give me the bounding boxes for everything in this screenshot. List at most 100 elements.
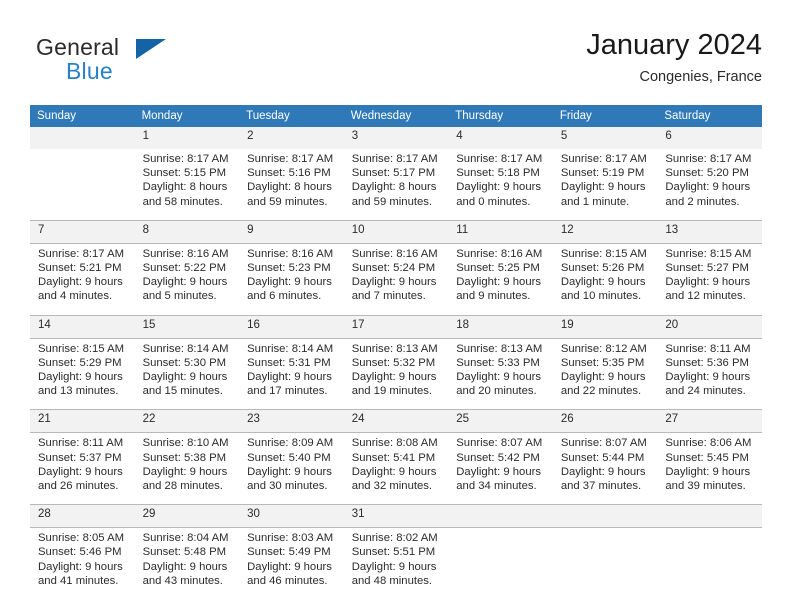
day-cell-27[interactable]: Sunrise: 8:06 AM Sunset: 5:45 PM Daylight:… (657, 432, 762, 505)
weekday-header-saturday: Saturday (657, 105, 762, 127)
day-detail-line: Sunset: 5:46 PM (38, 546, 122, 559)
day-number-5[interactable]: 5 (552, 127, 658, 149)
day-detail-line: Sunrise: 8:07 AM (560, 437, 647, 450)
day-number-12[interactable]: 12 (552, 219, 658, 244)
day-detail-line: and 7 minutes. (351, 290, 426, 303)
day-number-9[interactable]: 9 (239, 219, 344, 244)
weekday-header-friday: Friday (552, 105, 658, 127)
day-detail-line: Sunrise: 8:16 AM (456, 247, 543, 260)
day-cell-14[interactable]: Sunrise: 8:15 AM Sunset: 5:29 PM Daylight:… (30, 337, 135, 410)
day-number-8[interactable]: 8 (134, 219, 240, 244)
day-detail-line: Sunset: 5:17 PM (351, 167, 436, 180)
weekday-header-wednesday: Wednesday (343, 105, 449, 127)
day-cell-24[interactable]: Sunrise: 8:08 AM Sunset: 5:41 PM Daylight:… (343, 432, 449, 505)
day-cell-16[interactable]: Sunrise: 8:14 AM Sunset: 5:31 PM Daylight:… (239, 337, 344, 410)
day-detail-line: and 48 minutes. (351, 574, 433, 587)
day-cell-8[interactable]: Sunrise: 8:16 AM Sunset: 5:22 PM Daylight:… (134, 242, 240, 316)
day-detail-line: Sunrise: 8:10 AM (142, 437, 229, 450)
day-cell-content: Sunrise: 8:14 AM Sunset: 5:30 PM Daylight:… (135, 339, 240, 410)
day-cell-31[interactable]: Sunrise: 8:02 AM Sunset: 5:51 PM Daylight:… (343, 527, 449, 600)
day-number-16[interactable]: 16 (239, 314, 344, 339)
day-cell-23[interactable]: Sunrise: 8:09 AM Sunset: 5:40 PM Daylight:… (239, 432, 344, 505)
day-detail-line: Sunset: 5:35 PM (560, 356, 645, 369)
day-detail-line: Sunset: 5:40 PM (247, 451, 331, 464)
day-cell-19[interactable]: Sunrise: 8:12 AM Sunset: 5:35 PM Daylight:… (552, 337, 658, 410)
day-number-15[interactable]: 15 (134, 314, 240, 339)
day-number-19[interactable]: 19 (552, 314, 658, 339)
day-number-18[interactable]: 18 (448, 314, 553, 339)
day-cell-1[interactable]: Sunrise: 8:17 AM Sunset: 5:15 PM Daylight:… (134, 149, 240, 221)
day-cell-26[interactable]: Sunrise: 8:07 AM Sunset: 5:44 PM Daylight:… (552, 432, 658, 505)
day-detail-line: Sunrise: 8:17 AM (456, 153, 543, 165)
day-number-29[interactable]: 29 (134, 504, 240, 528)
day-number-27[interactable]: 27 (657, 409, 762, 433)
day-number-24[interactable]: 24 (343, 409, 449, 433)
day-number-30[interactable]: 30 (239, 504, 344, 528)
day-number-7[interactable]: 7 (30, 219, 135, 244)
day-number-empty (552, 504, 658, 528)
day-number-25[interactable]: 25 (448, 409, 553, 433)
page-subtitle: Congenies, France (639, 69, 762, 85)
day-cell-7[interactable]: Sunrise: 8:17 AM Sunset: 5:21 PM Daylight:… (30, 242, 135, 316)
day-cell-21[interactable]: Sunrise: 8:11 AM Sunset: 5:37 PM Daylight:… (30, 432, 135, 505)
day-cell-6[interactable]: Sunrise: 8:17 AM Sunset: 5:20 PM Daylight:… (657, 149, 762, 221)
day-detail-line: and 4 minutes. (38, 290, 113, 303)
brand-logo[interactable]: General Blue (36, 34, 246, 92)
week-details-row: Sunrise: 8:11 AM Sunset: 5:37 PM Daylight:… (30, 432, 762, 505)
day-detail-line: and 39 minutes. (665, 480, 746, 493)
day-number-21[interactable]: 21 (30, 409, 135, 433)
day-detail-line: Daylight: 9 hours (665, 181, 751, 194)
day-detail-line: Daylight: 9 hours (38, 276, 123, 289)
day-cell-22[interactable]: Sunrise: 8:10 AM Sunset: 5:38 PM Daylight:… (134, 432, 240, 505)
day-number-31[interactable]: 31 (343, 504, 449, 528)
day-cell-4[interactable]: Sunrise: 8:17 AM Sunset: 5:18 PM Daylight:… (448, 149, 553, 221)
day-number-28[interactable]: 28 (30, 504, 135, 528)
day-number-22[interactable]: 22 (134, 409, 240, 433)
day-cell-9[interactable]: Sunrise: 8:16 AM Sunset: 5:23 PM Daylight:… (239, 242, 344, 316)
week-daynumbers-row: 21 22 23 24 25 26 27 (30, 409, 762, 433)
day-number-20[interactable]: 20 (657, 314, 762, 339)
day-number-4[interactable]: 4 (448, 127, 553, 149)
day-cell-12[interactable]: Sunrise: 8:15 AM Sunset: 5:26 PM Daylight:… (552, 242, 658, 316)
day-number-10[interactable]: 10 (343, 219, 449, 244)
day-number-23[interactable]: 23 (239, 409, 344, 433)
day-number-6[interactable]: 6 (657, 127, 762, 149)
day-cell-5[interactable]: Sunrise: 8:17 AM Sunset: 5:19 PM Daylight:… (552, 149, 658, 221)
day-detail-line: Daylight: 9 hours (38, 371, 123, 384)
day-cell-18[interactable]: Sunrise: 8:13 AM Sunset: 5:33 PM Daylight:… (448, 337, 553, 410)
day-cell-2[interactable]: Sunrise: 8:17 AM Sunset: 5:16 PM Daylight:… (239, 149, 344, 221)
day-number-13[interactable]: 13 (657, 219, 762, 244)
day-number-17[interactable]: 17 (343, 314, 449, 339)
day-cell-content: Sunrise: 8:17 AM Sunset: 5:17 PM Daylight:… (344, 149, 449, 220)
day-cell-content: Sunrise: 8:16 AM Sunset: 5:24 PM Daylight:… (344, 244, 449, 315)
day-detail-line: Daylight: 9 hours (142, 560, 228, 573)
day-detail-line: Sunrise: 8:17 AM (560, 153, 647, 165)
day-cell-25[interactable]: Sunrise: 8:07 AM Sunset: 5:42 PM Daylight:… (448, 432, 553, 505)
day-number-14[interactable]: 14 (30, 314, 135, 339)
day-cell-10[interactable]: Sunrise: 8:16 AM Sunset: 5:24 PM Daylight:… (343, 242, 449, 316)
day-detail-line: Sunset: 5:31 PM (247, 356, 331, 369)
day-cell-20[interactable]: Sunrise: 8:11 AM Sunset: 5:36 PM Daylight:… (657, 337, 762, 410)
day-number-1[interactable]: 1 (134, 127, 240, 149)
day-detail-line: and 0 minutes. (456, 195, 531, 208)
day-detail-line: Sunset: 5:25 PM (456, 262, 540, 275)
day-cell-28[interactable]: Sunrise: 8:05 AM Sunset: 5:46 PM Daylight:… (30, 527, 135, 600)
day-cell-15[interactable]: Sunrise: 8:14 AM Sunset: 5:30 PM Daylight:… (134, 337, 240, 410)
day-cell-17[interactable]: Sunrise: 8:13 AM Sunset: 5:32 PM Daylight:… (343, 337, 449, 410)
day-cell-3[interactable]: Sunrise: 8:17 AM Sunset: 5:17 PM Daylight:… (343, 149, 449, 221)
day-detail-line: and 46 minutes. (247, 574, 328, 587)
day-cell-11[interactable]: Sunrise: 8:16 AM Sunset: 5:25 PM Daylight:… (448, 242, 553, 316)
day-cell-29[interactable]: Sunrise: 8:04 AM Sunset: 5:48 PM Daylight:… (134, 527, 240, 600)
day-number-3[interactable]: 3 (343, 127, 449, 149)
day-detail-line: and 58 minutes. (142, 195, 223, 208)
day-cell-13[interactable]: Sunrise: 8:15 AM Sunset: 5:27 PM Daylight:… (657, 242, 762, 316)
day-detail-line: Sunrise: 8:05 AM (38, 532, 125, 545)
day-detail-line: Daylight: 9 hours (456, 465, 542, 478)
day-number-2[interactable]: 2 (239, 127, 344, 149)
day-number-26[interactable]: 26 (552, 409, 658, 433)
day-cell-30[interactable]: Sunrise: 8:03 AM Sunset: 5:49 PM Daylight:… (239, 527, 344, 600)
day-number-11[interactable]: 11 (448, 219, 553, 244)
day-cell-empty (448, 527, 553, 600)
day-detail-line: Sunrise: 8:09 AM (247, 437, 334, 450)
day-cell-content: Sunrise: 8:05 AM Sunset: 5:46 PM Daylight:… (30, 528, 135, 599)
